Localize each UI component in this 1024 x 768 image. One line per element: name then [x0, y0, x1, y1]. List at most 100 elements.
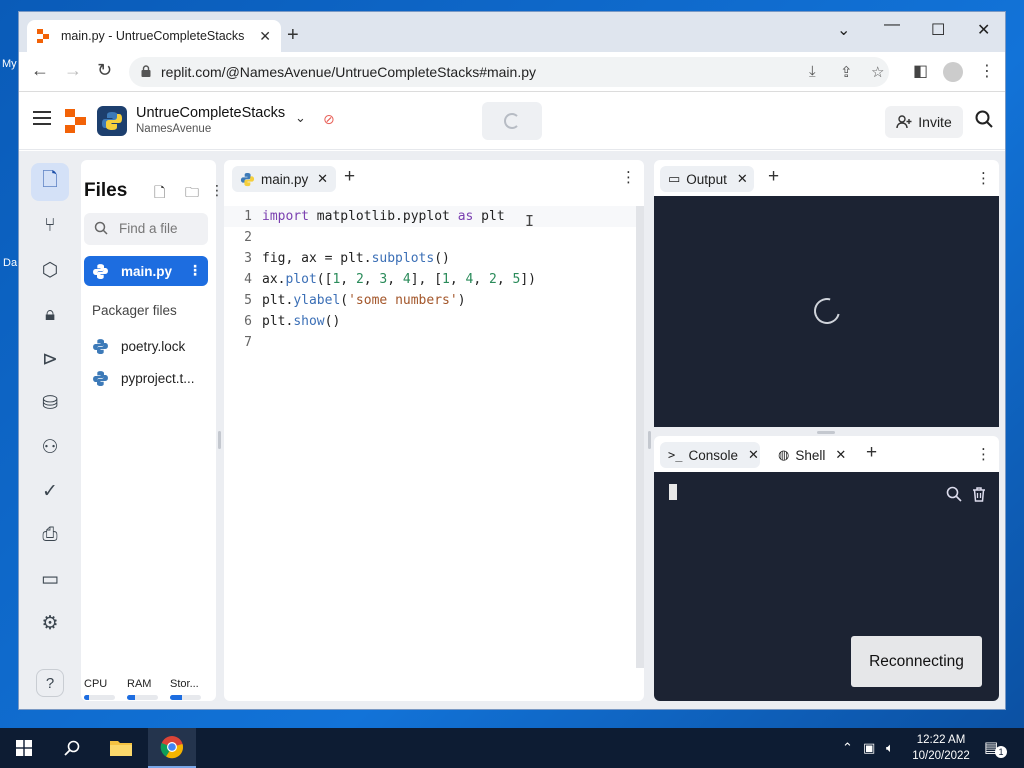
file-item-poetry-lock[interactable]: poetry.lock — [84, 331, 208, 361]
maximize-button[interactable]: ☐ — [931, 20, 945, 40]
chevron-down-icon[interactable]: ⌄ — [295, 110, 306, 126]
file-explorer-folder-icon[interactable] — [97, 728, 145, 768]
add-tab-button[interactable]: + — [768, 166, 779, 188]
python-repl-avatar-icon[interactable] — [97, 106, 127, 136]
packages-tool-icon[interactable]: ⬡ — [31, 251, 69, 289]
code-line[interactable]: 3 fig, ax = plt.subplots() — [224, 248, 644, 269]
notifications-icon[interactable]: ▤ 1 — [984, 738, 1008, 758]
unit-tests-check-icon[interactable]: ✓ — [31, 472, 69, 510]
system-clock[interactable]: 12:22 AM 10/20/2022 — [906, 732, 976, 764]
terminal-prompt-icon: >_ — [668, 448, 683, 462]
file-menu-icon[interactable]: ⋮ — [188, 262, 202, 279]
editor-menu-icon[interactable]: ⋮ — [621, 168, 636, 186]
output-menu-icon[interactable]: ⋮ — [976, 169, 991, 187]
bookmark-star-icon[interactable]: ☆ — [871, 63, 884, 81]
side-panel-icon[interactable]: ◧ — [913, 61, 928, 81]
threads-chat-icon[interactable]: ▭ — [31, 560, 69, 598]
tab-console[interactable]: >_ Console ✕ — [660, 442, 760, 468]
add-tab-button[interactable]: + — [344, 166, 355, 188]
code-line[interactable]: 7 — [224, 332, 644, 353]
pane-resize-handle[interactable] — [817, 431, 835, 434]
editor-tab-bar: main.py ✕ + ⋮ — [224, 160, 644, 196]
storage-usage-bar[interactable] — [170, 695, 201, 700]
git-tool-icon[interactable]: ⑂ — [31, 207, 69, 245]
editor-scrollbar[interactable] — [636, 206, 644, 668]
close-tab-icon[interactable]: ✕ — [835, 447, 846, 463]
ram-usage-bar[interactable] — [127, 695, 158, 700]
help-icon[interactable]: ? — [36, 669, 64, 697]
show-hidden-icons-icon[interactable]: ⌃ — [842, 740, 853, 756]
profile-avatar-icon[interactable] — [943, 62, 963, 82]
new-file-icon[interactable]: 🗋 — [154, 182, 165, 206]
secrets-lock-icon[interactable]: 🔒︎ — [31, 296, 69, 334]
code-area[interactable]: 1 import matplotlib.pyplot as plt 2 3 fig, a… — [224, 206, 644, 353]
new-tab-button[interactable]: + — [287, 25, 299, 45]
url-text: replit.com/@NamesAvenue/UntrueCompleteSt… — [161, 64, 537, 80]
file-item-main-py[interactable]: main.py ⋮ — [84, 256, 208, 286]
replit-logo-icon[interactable] — [65, 109, 87, 133]
project-name[interactable]: UntrueCompleteStacks — [136, 105, 285, 121]
add-tab-button[interactable]: + — [866, 442, 877, 464]
run-button[interactable] — [482, 102, 542, 140]
editor-tab-label: main.py — [261, 171, 309, 187]
close-tab-icon[interactable]: ✕ — [748, 447, 759, 463]
browser-tab[interactable]: main.py - UntrueCompleteStacks ✕ — [27, 20, 281, 52]
tab-search-chevron-icon[interactable]: ⌄ — [837, 20, 850, 40]
tab-main-py[interactable]: main.py ✕ — [232, 166, 336, 192]
trash-icon[interactable] — [971, 486, 987, 502]
console-output[interactable]: Reconnecting — [654, 472, 999, 701]
back-icon[interactable]: ← — [31, 60, 49, 81]
find-file-input[interactable]: Find a file — [84, 213, 208, 245]
volume-icon[interactable]: 🔈︎ — [886, 740, 894, 756]
desktop-icon-label[interactable]: My — [2, 58, 17, 70]
project-owner[interactable]: NamesAvenue — [136, 123, 211, 135]
debugger-tool-icon[interactable]: ⊳ — [31, 340, 69, 378]
files-tool-icon[interactable]: 🗋 — [31, 163, 69, 201]
start-windows-icon[interactable] — [0, 728, 48, 768]
output-webview[interactable] — [654, 196, 999, 427]
close-tab-icon[interactable]: ✕ — [737, 171, 748, 187]
close-tab-icon[interactable]: ✕ — [259, 28, 271, 45]
python-file-icon — [93, 338, 108, 354]
cpu-usage-bar[interactable] — [84, 695, 115, 700]
close-window-button[interactable]: ✕ — [977, 20, 990, 40]
code-line[interactable]: 4 ax.plot([1, 2, 3, 4], [1, 4, 2, 5]) — [224, 269, 644, 290]
minimize-button[interactable]: — — [884, 16, 900, 34]
code-line[interactable]: 5 plt.ylabel('some numbers') — [224, 290, 644, 311]
database-tool-icon[interactable]: ⛁ — [31, 384, 69, 422]
desktop-icon-label[interactable]: Da — [3, 257, 17, 269]
forward-icon[interactable]: → — [64, 60, 82, 81]
search-icon[interactable] — [946, 486, 962, 502]
files-menu-icon[interactable]: ⋮ — [210, 182, 224, 199]
clock-time: 12:22 AM — [916, 734, 966, 746]
search-icon[interactable] — [48, 728, 96, 768]
auth-user-icon[interactable]: ⚇ — [31, 428, 69, 466]
reload-icon[interactable]: ↻ — [97, 60, 112, 81]
line-text — [252, 332, 262, 353]
tab-output[interactable]: ▭ Output ✕ — [660, 166, 754, 192]
code-line[interactable]: 6 plt.show() — [224, 311, 644, 332]
address-bar[interactable]: replit.com/@NamesAvenue/UntrueCompleteSt… — [129, 57, 889, 87]
menu-icon[interactable] — [33, 111, 51, 125]
console-menu-icon[interactable]: ⋮ — [976, 445, 991, 463]
browser-menu-icon[interactable]: ⋮ — [979, 61, 995, 81]
share-icon[interactable]: ⇪ — [840, 63, 853, 81]
file-item-pyproject-toml[interactable]: pyproject.t... — [84, 363, 208, 393]
network-icon[interactable]: ▣ — [863, 740, 875, 756]
code-line[interactable]: 2 — [224, 227, 644, 248]
new-folder-icon[interactable]: 🗀 — [185, 182, 199, 206]
search-icon — [94, 221, 108, 235]
shell-icon: ◍ — [778, 447, 790, 462]
panel-resize-handle[interactable] — [648, 431, 651, 449]
invite-button[interactable]: Invite — [885, 106, 963, 138]
code-line[interactable]: 1 import matplotlib.pyplot as plt — [224, 206, 644, 227]
tab-shell[interactable]: ◍ Shell ✕ — [770, 442, 856, 468]
search-icon[interactable] — [975, 110, 993, 128]
close-tab-icon[interactable]: ✕ — [317, 171, 328, 187]
panel-resize-handle[interactable] — [218, 431, 221, 449]
install-app-icon[interactable]: ⤓ — [809, 63, 816, 80]
settings-gear-icon[interactable]: ⚙ — [31, 604, 69, 642]
private-eye-off-icon[interactable]: ⊘ — [323, 111, 335, 128]
chrome-browser-icon[interactable] — [148, 728, 196, 768]
inbox-tool-icon[interactable]: ⎙ — [31, 516, 69, 554]
